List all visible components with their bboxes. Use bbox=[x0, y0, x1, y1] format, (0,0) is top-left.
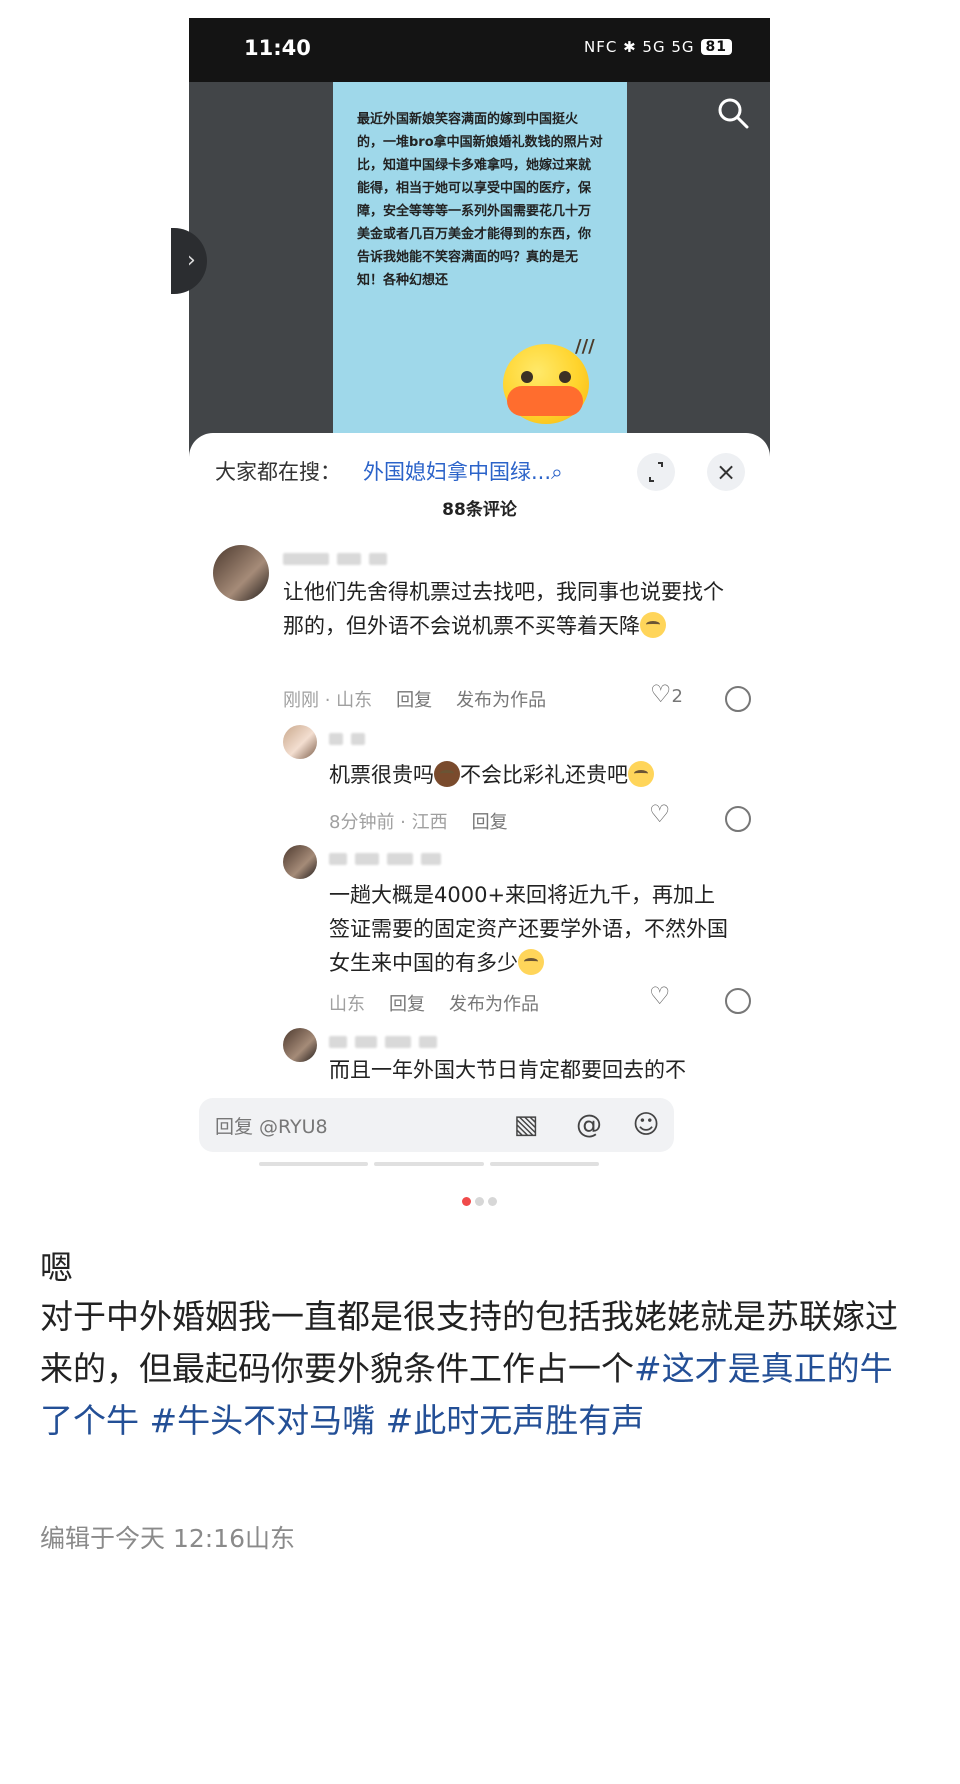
smiling-emoji-icon bbox=[628, 761, 654, 787]
comment-meta: 8分钟前 · 江西 回复 bbox=[329, 808, 508, 834]
blurred-username[interactable] bbox=[329, 1036, 437, 1048]
pagination-dots[interactable] bbox=[189, 1191, 770, 1210]
post-short-text: 嗯 bbox=[40, 1248, 73, 1287]
heart-icon: ♡ bbox=[650, 680, 672, 708]
progress-segments bbox=[259, 1162, 599, 1166]
trending-search-text: 外国媳妇拿中国绿... bbox=[363, 460, 552, 484]
network-icons: NFC ✱ 5G 5G bbox=[583, 38, 695, 56]
smiling-emoji-icon bbox=[640, 612, 666, 638]
comment-item: 让他们先舍得机票过去找吧，我同事也说要找个那的，但外语不会说机票不买等着天降 刚… bbox=[213, 545, 753, 712]
blurred-username[interactable] bbox=[329, 733, 365, 745]
reply-button[interactable]: 回复 bbox=[472, 808, 508, 834]
avatar[interactable] bbox=[283, 725, 317, 759]
chevron-right-icon: › bbox=[187, 248, 196, 273]
reply-placeholder: 回复 @RYU8 bbox=[215, 1116, 328, 1138]
hashtag-link[interactable]: #此时无声胜有声 bbox=[386, 1401, 645, 1440]
trending-search-row: 大家都在搜： 外国媳妇拿中国绿...⌕ × bbox=[215, 453, 745, 493]
heart-icon[interactable]: ♡ bbox=[649, 982, 671, 1010]
reply-item: 而且一年外国大节日肯定都要回去的不 bbox=[283, 1028, 753, 1090]
hashtag-link[interactable]: #牛头不对马嘴 bbox=[150, 1401, 386, 1440]
publish-as-work-button[interactable]: 发布为作品 bbox=[449, 990, 539, 1016]
dislike-icon[interactable] bbox=[725, 806, 751, 832]
avatar[interactable] bbox=[283, 1028, 317, 1062]
avatar[interactable] bbox=[213, 545, 269, 601]
heart-icon[interactable]: ♡ bbox=[649, 800, 671, 828]
at-icon[interactable]: @ bbox=[574, 1110, 604, 1140]
expand-icon bbox=[649, 462, 663, 482]
video-background: 11:40 NFC ✱ 5G 5G 81 › 最近外国新娘笑容满面的嫁到中国挺火… bbox=[171, 18, 770, 478]
close-button[interactable]: × bbox=[707, 453, 745, 491]
small-search-icon: ⌕ bbox=[551, 460, 563, 484]
status-time: 11:40 bbox=[244, 36, 311, 60]
expand-button[interactable] bbox=[637, 453, 675, 491]
comment-meta: 山东 回复 发布为作品 bbox=[329, 990, 539, 1016]
sweat-marks-icon: /// bbox=[575, 336, 595, 357]
duck-emoji-icon: /// bbox=[503, 336, 595, 424]
close-icon: × bbox=[715, 458, 737, 486]
comments-panel: 大家都在搜： 外国媳妇拿中国绿...⌕ × 88条评论 让他们先舍得机票过去找吧… bbox=[189, 433, 770, 1310]
comment-time: 8分钟前 · 江西 bbox=[329, 812, 448, 833]
duck-eyes bbox=[521, 371, 571, 383]
comment-time: 山东 bbox=[329, 994, 365, 1015]
duck-beak bbox=[507, 386, 583, 416]
comment-meta: 刚刚 · 山东 回复 发布为作品 bbox=[283, 686, 546, 712]
comment-text-content: 不会比彩礼还贵吧 bbox=[460, 763, 628, 787]
reply-button[interactable]: 回复 bbox=[389, 990, 425, 1016]
image-icon[interactable]: ▧ bbox=[511, 1110, 541, 1140]
status-bar: 11:40 NFC ✱ 5G 5G 81 bbox=[189, 18, 770, 82]
search-icon[interactable] bbox=[714, 94, 752, 132]
image-text: 最近外国新娘笑容满面的嫁到中国挺火的，一堆bro拿中国新娘婚礼数钱的照片对比，知… bbox=[357, 112, 603, 288]
trending-search-link[interactable]: 外国媳妇拿中国绿...⌕ bbox=[363, 456, 563, 486]
reply-input[interactable]: 回复 @RYU8 ▧ @ ☺ bbox=[199, 1098, 674, 1152]
comment-text: 机票很贵吗 不会比彩礼还贵吧 bbox=[329, 758, 749, 792]
previous-arrow-button[interactable]: › bbox=[171, 228, 207, 294]
reply-item: 一趟大概是4000+来回将近九千，再加上签证需要的固定资产还要学外语，不然外国女… bbox=[283, 845, 753, 1015]
comment-time: 刚刚 · 山东 bbox=[283, 690, 373, 711]
smiling-emoji-icon bbox=[518, 949, 544, 975]
comment-count: 88条评论 bbox=[442, 500, 517, 520]
comment-text: 一趟大概是4000+来回将近九千，再加上签证需要的固定资产还要学外语，不然外国女… bbox=[329, 878, 729, 980]
emoji-icon[interactable]: ☺ bbox=[631, 1110, 661, 1140]
comment-text-content: 机票很贵吗 bbox=[329, 763, 434, 787]
comment-text: 让他们先舍得机票过去找吧，我同事也说要找个那的，但外语不会说机票不买等着天降 bbox=[283, 575, 733, 643]
post-body: 对于中外婚姻我一直都是很支持的包括我姥姥就是苏联嫁过来的，但最起码你要外貌条件工… bbox=[40, 1291, 920, 1447]
reply-item: 机票很贵吗 不会比彩礼还贵吧 8分钟前 · 江西 回复 ♡ bbox=[283, 725, 753, 833]
battery-icon: 81 bbox=[700, 39, 732, 55]
screenshot-image: 11:40 NFC ✱ 5G 5G 81 › 最近外国新娘笑容满面的嫁到中国挺火… bbox=[171, 18, 770, 1310]
blurred-username[interactable] bbox=[329, 853, 441, 865]
publish-as-work-button[interactable]: 发布为作品 bbox=[456, 686, 546, 712]
edited-time: 编辑于今天 12:16山东 bbox=[40, 1524, 295, 1553]
embedded-text-image: 最近外国新娘笑容满面的嫁到中国挺火的，一堆bro拿中国新娘婚礼数钱的照片对比，知… bbox=[333, 82, 627, 454]
dislike-icon[interactable] bbox=[725, 988, 751, 1014]
like-count: 2 bbox=[671, 686, 683, 707]
like-button[interactable]: ♡2 bbox=[650, 680, 683, 708]
status-icons: NFC ✱ 5G 5G 81 bbox=[584, 38, 732, 56]
brown-emoji-icon bbox=[434, 761, 460, 787]
comment-text: 而且一年外国大节日肯定都要回去的不 bbox=[329, 1058, 686, 1082]
blurred-username[interactable] bbox=[283, 553, 387, 565]
avatar[interactable] bbox=[283, 845, 317, 879]
dislike-icon[interactable] bbox=[725, 686, 751, 712]
search-label: 大家都在搜： bbox=[215, 460, 341, 484]
reply-button[interactable]: 回复 bbox=[396, 686, 432, 712]
